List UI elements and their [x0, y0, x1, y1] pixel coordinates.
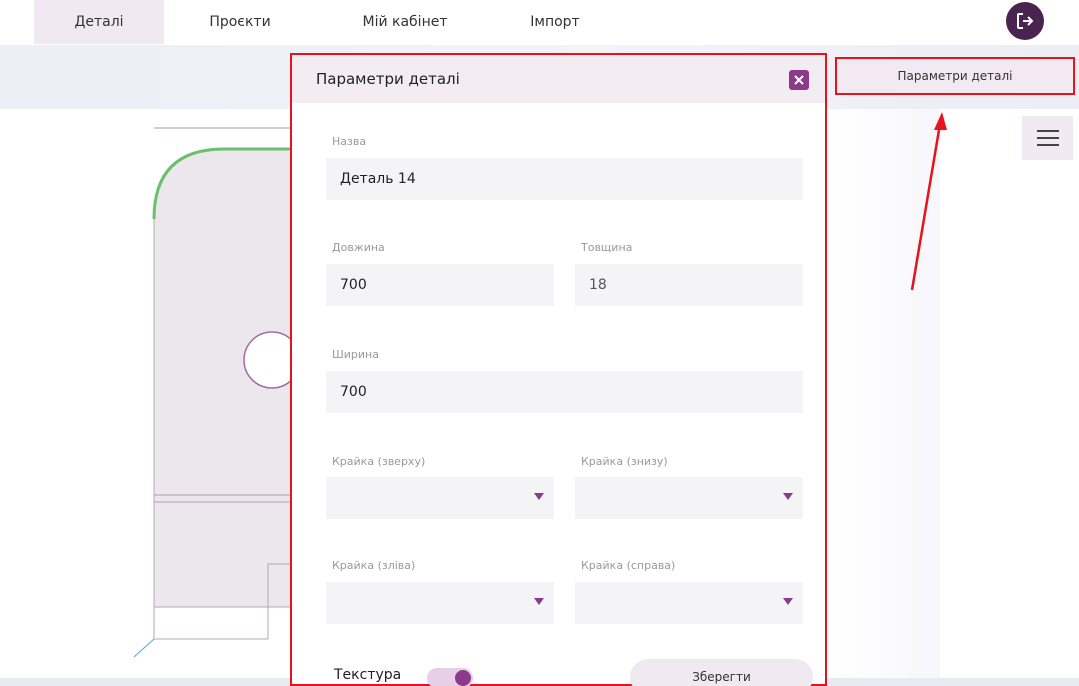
- tab-projects[interactable]: Проєкти: [190, 0, 290, 44]
- texture-toggle[interactable]: [427, 668, 473, 686]
- edge-bottom-select[interactable]: [575, 477, 803, 519]
- width-field[interactable]: 700: [326, 371, 803, 413]
- edge-top-label: Крайка (зверху): [332, 455, 426, 468]
- dropdown-arrow-icon: [534, 493, 544, 500]
- tab-import[interactable]: Імпорт: [510, 0, 600, 44]
- top-nav: Деталі Проєкти Мій кабінет Імпорт: [0, 0, 1079, 44]
- close-icon: [794, 75, 804, 85]
- texture-label: Текстура: [334, 667, 402, 683]
- edge-left-label: Крайка (зліва): [332, 559, 416, 572]
- part-params-dialog: Параметри деталі Назва Деталь 14 Довжина…: [290, 53, 827, 686]
- dropdown-arrow-icon: [534, 598, 544, 605]
- hamburger-line: [1036, 130, 1059, 132]
- edge-right-label: Крайка (справа): [581, 559, 676, 572]
- edge-bottom-label: Крайка (знизу): [581, 455, 668, 468]
- logout-icon: [1017, 13, 1034, 29]
- part-params-button[interactable]: Параметри деталі: [835, 57, 1075, 95]
- name-field[interactable]: Деталь 14: [326, 158, 803, 200]
- toggle-knob: [455, 670, 471, 686]
- length-label: Довжина: [332, 241, 385, 254]
- save-button[interactable]: Зберегти: [630, 659, 813, 686]
- dialog-title: Параметри деталі: [316, 70, 460, 88]
- edge-right-select[interactable]: [575, 582, 803, 624]
- hamburger-line: [1036, 144, 1059, 146]
- dropdown-arrow-icon: [783, 598, 793, 605]
- menu-button[interactable]: [1022, 116, 1073, 160]
- hamburger-line: [1036, 137, 1059, 139]
- tab-details[interactable]: Деталі: [34, 0, 164, 44]
- annotation-arrow: [910, 112, 947, 291]
- width-label: Ширина: [332, 348, 379, 361]
- tab-my-cabinet[interactable]: Мій кабінет: [345, 0, 465, 44]
- thickness-field[interactable]: 18: [575, 264, 803, 306]
- edge-left-select[interactable]: [326, 582, 554, 624]
- edge-top-select[interactable]: [326, 477, 554, 519]
- length-field[interactable]: 700: [326, 264, 554, 306]
- thickness-label: Товщина: [581, 241, 633, 254]
- dropdown-arrow-icon: [783, 493, 793, 500]
- dialog-header: Параметри деталі: [292, 55, 825, 103]
- close-button[interactable]: [789, 70, 809, 90]
- logout-button[interactable]: [1006, 2, 1044, 40]
- name-label: Назва: [332, 135, 367, 148]
